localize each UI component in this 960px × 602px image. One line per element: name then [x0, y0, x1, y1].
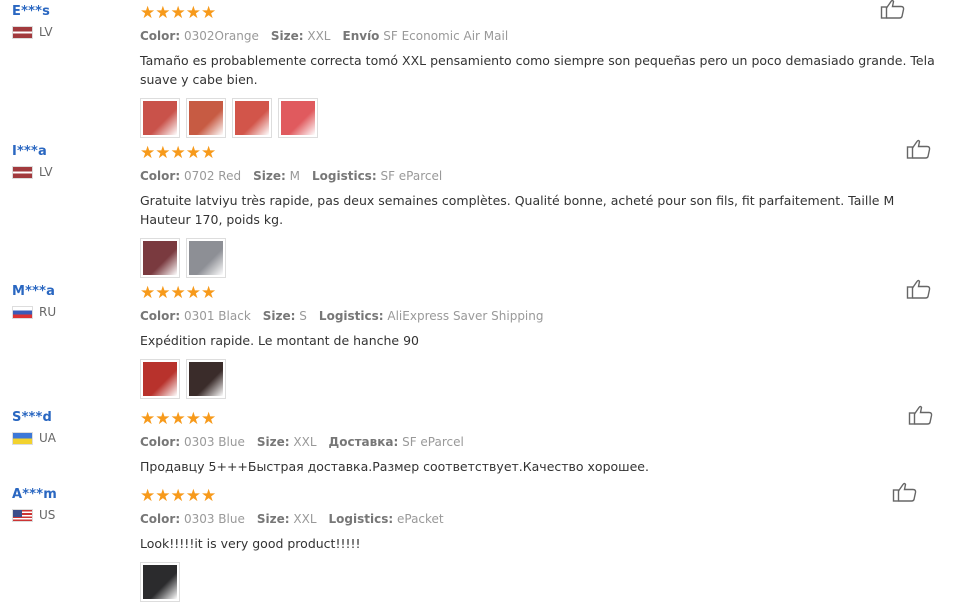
reviewer-name: I***a — [12, 144, 48, 159]
country-flag-icon — [12, 165, 33, 179]
review-photo[interactable] — [186, 98, 226, 138]
color-value: 0702 Red — [183, 169, 242, 183]
size-label: Size: — [253, 169, 286, 183]
reviewer-name: S***d — [12, 410, 53, 425]
review-text: Tamaño es probablemente correcta tomó XX… — [140, 53, 935, 87]
order-info: Color: 0303 Blue Size: XXL Logistics: ePac… — [140, 512, 940, 526]
country-code: RU — [39, 305, 57, 319]
reviewer: M***a RU — [12, 284, 56, 319]
reviewer-country: LV — [12, 165, 53, 179]
review-photo[interactable] — [232, 98, 272, 138]
review-photo[interactable] — [140, 238, 180, 278]
review-text: Look!!!!!it is very good product!!!!! — [140, 536, 361, 551]
reviewer-country: RU — [12, 305, 56, 319]
review-body: ★★★★★ Color: 0302Orange Size: XXL Envío SF … — [140, 4, 940, 138]
country-flag-icon — [12, 25, 33, 39]
review-photo[interactable] — [140, 359, 180, 399]
reviewer: E***s LV — [12, 4, 53, 39]
color-value: 0303 Blue — [183, 512, 245, 526]
reviewer-name: E***s — [12, 4, 51, 19]
thumbs-up-icon[interactable] — [906, 278, 932, 300]
color-label: Color: — [140, 169, 181, 183]
reviewer: S***d UA — [12, 410, 56, 445]
order-info: Color: 0301 Black Size: S Logistics: AliEx… — [140, 309, 940, 323]
shipping-label: Logistics: — [328, 512, 394, 526]
thumbs-up-icon[interactable] — [892, 481, 918, 503]
reviewer-name: A***m — [12, 487, 58, 502]
shipping-label: Доставка: — [328, 435, 399, 449]
size-label: Size: — [262, 309, 296, 323]
country-flag-icon — [12, 305, 33, 319]
shipping-label: Envío — [342, 29, 380, 43]
size-label: Size: — [256, 512, 290, 526]
size-label: Size: — [270, 29, 304, 43]
review-photo[interactable] — [186, 238, 226, 278]
review-photo[interactable] — [140, 562, 180, 602]
size-label: Size: — [256, 435, 290, 449]
country-code: UA — [39, 431, 56, 445]
review-body: ★★★★★ Color: 0702 Red Size: M Logistics: SF… — [140, 144, 940, 278]
star-rating: ★★★★★ — [140, 283, 217, 303]
star-rating: ★★★★★ — [140, 409, 217, 429]
shipping-value: AliExpress Saver Shipping — [387, 309, 544, 323]
reviewer-country: US — [12, 508, 57, 522]
size-value: XXL — [293, 435, 317, 449]
reviewer-name: M***a — [12, 284, 56, 299]
star-rating: ★★★★★ — [140, 143, 217, 163]
review-text: Продавцу 5+++Быстрая доставка.Размер соо… — [140, 459, 649, 474]
star-rating: ★★★★★ — [140, 486, 217, 506]
review-photos — [140, 562, 940, 602]
order-info: Color: 0303 Blue Size: XXL Доставка: SF eP… — [140, 435, 940, 449]
thumbs-up-icon[interactable] — [908, 404, 934, 426]
color-value: 0301 Black — [183, 309, 251, 323]
reviewer-country: UA — [12, 431, 56, 445]
review-text: Expédition rapide. Le montant de hanche … — [140, 333, 420, 348]
review-photo[interactable] — [278, 98, 318, 138]
review-photo[interactable] — [140, 98, 180, 138]
color-label: Color: — [140, 435, 181, 449]
order-info: Color: 0702 Red Size: M Logistics: SF ePar… — [140, 169, 940, 183]
size-value: M — [289, 169, 300, 183]
country-code: US — [39, 508, 56, 522]
shipping-value: SF Economic Air Mail — [383, 29, 509, 43]
shipping-label: Logistics: — [311, 169, 377, 183]
country-flag-icon — [12, 431, 33, 445]
reviewer: A***m US — [12, 487, 57, 522]
star-rating: ★★★★★ — [140, 3, 217, 23]
shipping-value: SF eParcel — [402, 435, 464, 449]
size-value: XXL — [293, 512, 317, 526]
review-photos — [140, 98, 940, 138]
color-label: Color: — [140, 512, 181, 526]
order-info: Color: 0302Orange Size: XXL Envío SF Econo… — [140, 29, 940, 43]
size-value: S — [299, 309, 307, 323]
review-body: ★★★★★ Color: 0301 Black Size: S Logistics: … — [140, 284, 940, 399]
color-value: 0303 Blue — [183, 435, 245, 449]
reviewer: I***a LV — [12, 144, 53, 179]
country-code: LV — [39, 165, 53, 179]
color-value: 0302Orange — [183, 29, 259, 43]
country-code: LV — [39, 25, 53, 39]
shipping-value: SF eParcel — [380, 169, 443, 183]
shipping-label: Logistics: — [318, 309, 384, 323]
reviewer-country: LV — [12, 25, 53, 39]
color-label: Color: — [140, 29, 181, 43]
country-flag-icon — [12, 508, 33, 522]
color-label: Color: — [140, 309, 181, 323]
review-photos — [140, 238, 940, 278]
review-photos — [140, 359, 940, 399]
thumbs-up-icon[interactable] — [880, 0, 906, 20]
review-text: Gratuite latviyu très rapide, pas deux s… — [140, 193, 895, 227]
review-photo[interactable] — [186, 359, 226, 399]
shipping-value: ePacket — [397, 512, 444, 526]
thumbs-up-icon[interactable] — [906, 138, 932, 160]
size-value: XXL — [307, 29, 331, 43]
review-body: ★★★★★ Color: 0303 Blue Size: XXL Доставка: … — [140, 410, 940, 476]
review-body: ★★★★★ Color: 0303 Blue Size: XXL Logistics:… — [140, 487, 940, 602]
